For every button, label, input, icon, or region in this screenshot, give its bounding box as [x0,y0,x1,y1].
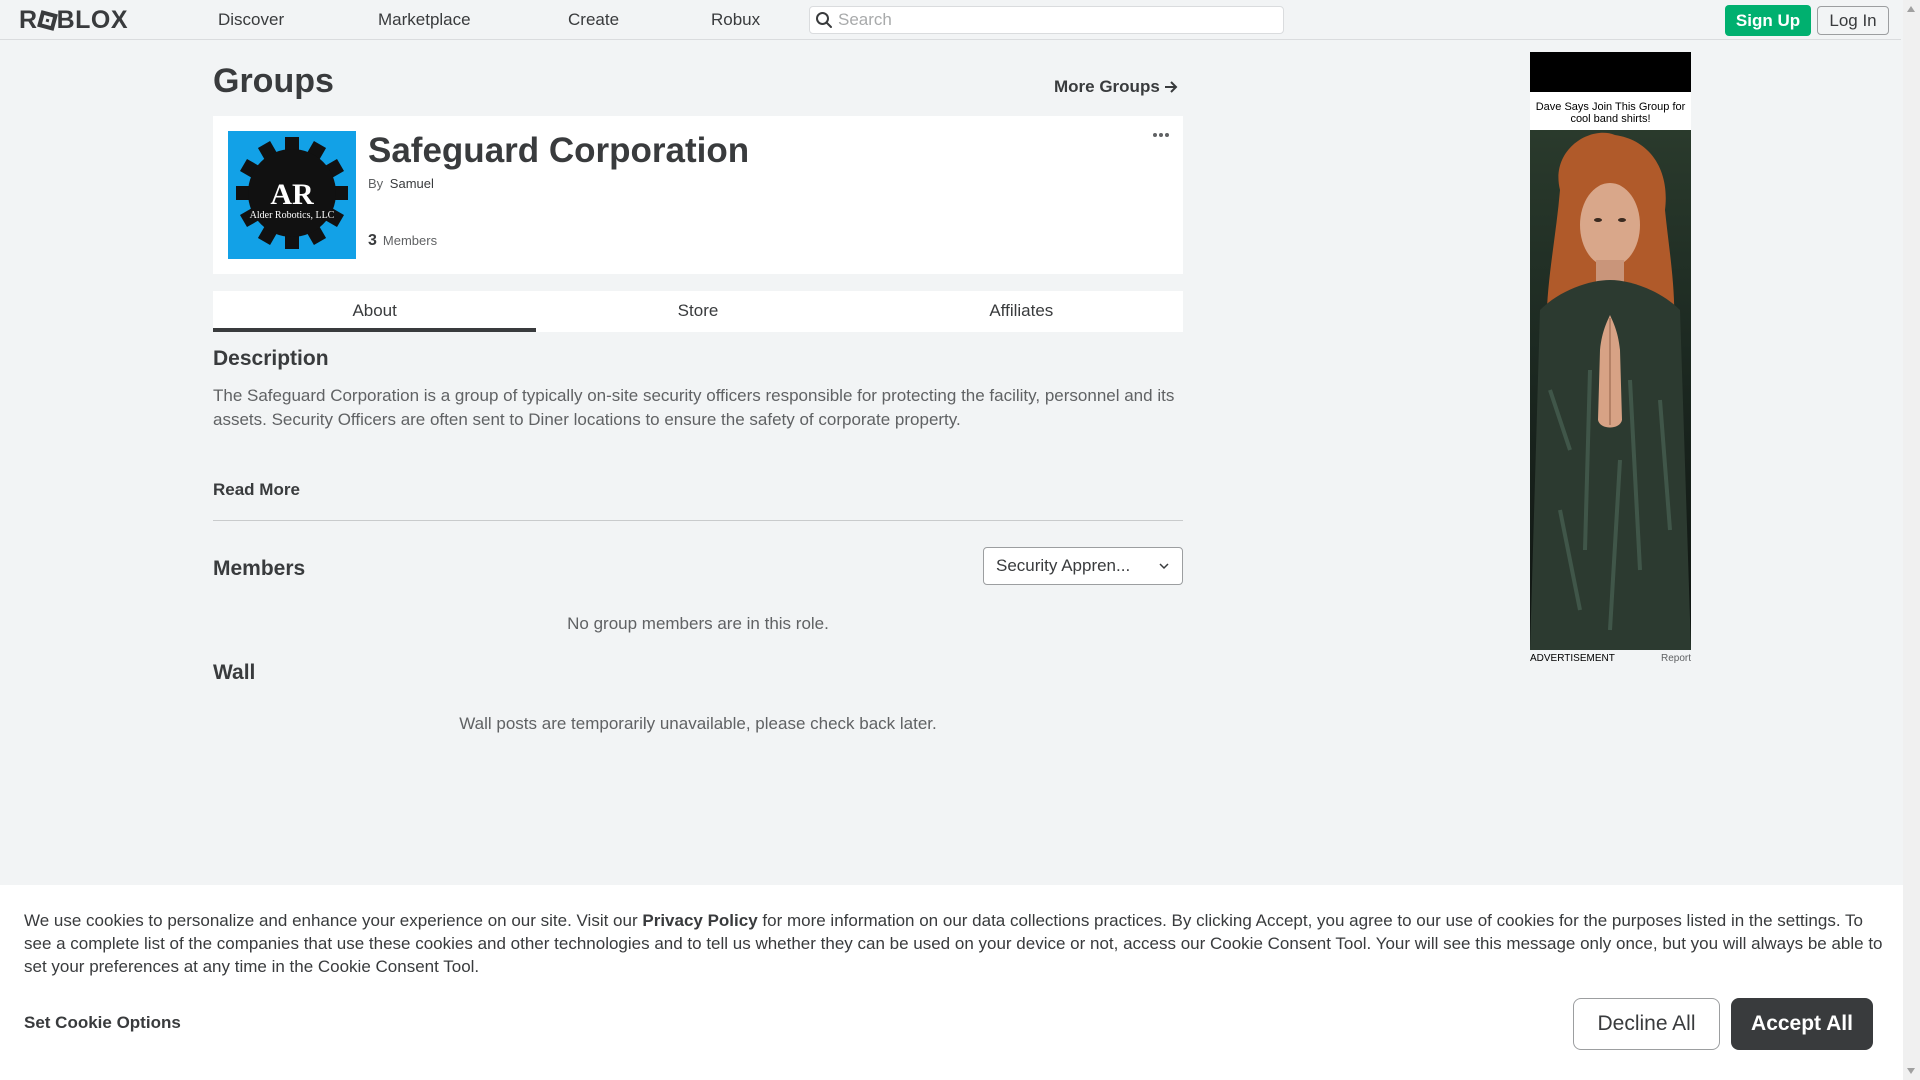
more-options-icon[interactable] [1153,130,1173,140]
chevron-down-icon [1159,563,1169,570]
group-description: The Safeguard Corporation is a group of … [213,386,1175,429]
page-title: Groups [213,62,334,100]
scroll-up-arrow-icon[interactable] [1907,6,1915,12]
page-scrollbar[interactable] [1903,0,1920,1080]
cookie-consent-text: We use cookies to personalize and enhanc… [24,909,1884,978]
ad-report-link[interactable]: Report [1661,653,1691,664]
group-emblem[interactable]: AR Alder Robotics, LLC [228,131,356,259]
sign-up-button[interactable]: Sign Up [1725,5,1811,36]
by-label: By [368,176,384,191]
tab-about[interactable]: About [213,291,537,332]
nav-link-create[interactable]: Create [568,0,619,40]
roblox-logo[interactable]: R BLOX [19,6,128,34]
nav-link-discover[interactable]: Discover [218,0,284,40]
owner-link[interactable]: Samuel [390,176,434,191]
decline-all-button[interactable]: Decline All [1573,998,1720,1050]
ad-label: ADVERTISEMENT [1530,653,1615,664]
gear-emblem-icon: AR Alder Robotics, LLC [236,137,348,249]
tab-store[interactable]: Store [536,291,859,332]
ad-image[interactable] [1530,130,1691,650]
search-input[interactable] [838,7,1283,33]
role-dropdown-value: Security Appren... [996,556,1131,575]
logo-o-mark [36,9,58,31]
advertisement: Dave Says Join This Group for cool band … [1530,52,1691,664]
top-navigation-bar: R BLOX Discover Marketplace Create Robux … [0,0,1901,40]
log-in-button[interactable]: Log In [1817,6,1889,35]
no-members-message: No group members are in this role. [567,614,829,633]
group-header-card: AR Alder Robotics, LLC Safeguard Corpora… [213,116,1183,274]
emblem-initials: AR [270,178,314,211]
nav-link-marketplace[interactable]: Marketplace [378,0,471,40]
arrow-right-icon [1164,81,1178,93]
accept-all-button[interactable]: Accept All [1731,998,1873,1050]
section-divider [213,520,1183,521]
privacy-policy-link[interactable]: Privacy Policy [642,911,757,930]
ad-top-bar [1530,52,1691,92]
set-cookie-options-link[interactable]: Set Cookie Options [24,1013,181,1033]
description-heading: Description [213,347,329,370]
group-tabs: About Store Affiliates [213,291,1183,332]
more-groups-label: More Groups [1054,77,1160,96]
member-count: 3 Members [368,232,437,250]
role-dropdown[interactable]: Security Appren... [983,547,1183,585]
emblem-company-name: Alder Robotics, LLC [250,210,335,221]
read-more-link[interactable]: Read More [213,480,300,500]
group-name: Safeguard Corporation [368,131,750,170]
nav-link-robux[interactable]: Robux [711,0,760,40]
members-heading: Members [213,557,306,580]
tab-affiliates[interactable]: Affiliates [860,291,1183,332]
more-groups-link[interactable]: More Groups [1054,77,1178,97]
ad-footer: ADVERTISEMENT Report [1530,653,1691,664]
cookie-consent-banner: We use cookies to personalize and enhanc… [0,885,1903,1080]
group-owner: By Samuel [368,176,434,191]
scroll-down-arrow-icon[interactable] [1907,1068,1915,1074]
cookie-text-before: We use cookies to personalize and enhanc… [24,911,643,930]
members-label: Members [382,233,438,248]
search-icon[interactable] [810,7,838,33]
wall-heading: Wall [213,661,256,684]
ad-caption: Dave Says Join This Group for cool band … [1530,92,1691,130]
wall-unavailable-message: Wall posts are temporarily unavailable, … [459,714,937,733]
member-count-number: 3 [368,232,377,249]
search-box [809,6,1284,34]
ad-portrait-image [1530,132,1691,650]
